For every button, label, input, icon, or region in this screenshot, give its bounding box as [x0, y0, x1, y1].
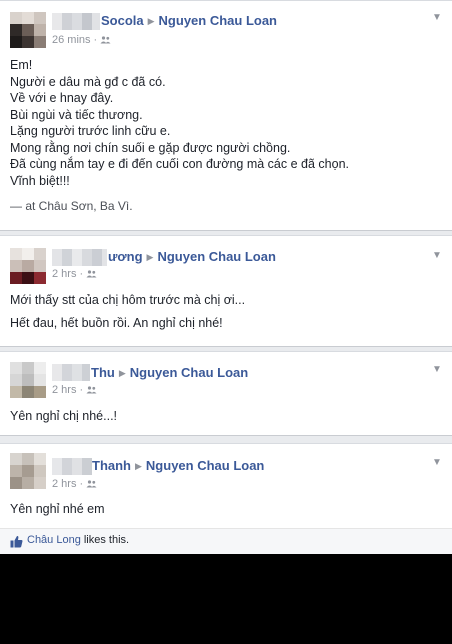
blurred-author-name: [52, 249, 107, 266]
post-meta: 2 hrs ·: [52, 267, 97, 281]
like-thumb-icon[interactable]: [10, 535, 23, 548]
post-body: Yên nghỉ chị nhé...!: [10, 409, 118, 423]
avatar[interactable]: [10, 12, 46, 48]
avatar[interactable]: [10, 453, 46, 489]
friends-icon[interactable]: [86, 480, 97, 488]
chevron-down-icon[interactable]: ▼: [430, 249, 444, 263]
post-meta: 2 hrs ·: [52, 383, 97, 397]
right-arrow-icon: ▶: [146, 252, 154, 262]
post-card: ương ▶ Nguyen Chau Loan 2 hrs · ▼ Mới thấy …: [0, 235, 452, 347]
post-card: Thanh ▶ Nguyen Chau Loan 2 hrs · ▼ Yên nghỉ…: [0, 443, 452, 556]
post-header: Thanh ▶ Nguyen Chau Loan: [92, 457, 264, 476]
author-name[interactable]: ương: [108, 249, 143, 264]
target-name[interactable]: Nguyen Chau Loan: [159, 13, 277, 28]
post-header: Thu ▶ Nguyen Chau Loan: [91, 364, 248, 383]
timestamp[interactable]: 2 hrs: [52, 268, 76, 280]
chevron-down-icon[interactable]: ▼: [430, 363, 444, 377]
friends-icon[interactable]: [100, 36, 111, 44]
timestamp[interactable]: 2 hrs: [52, 384, 76, 396]
blurred-author-name: [52, 13, 100, 30]
timestamp[interactable]: 26 mins: [52, 34, 91, 46]
target-name[interactable]: Nguyen Chau Loan: [157, 249, 275, 264]
avatar[interactable]: [10, 362, 46, 398]
blurred-author-name: [52, 364, 90, 381]
likes-bar: Châu Long likes this.: [0, 528, 452, 555]
right-arrow-icon: ▶: [135, 461, 142, 471]
friends-icon[interactable]: [86, 386, 97, 394]
post-card: Thu ▶ Nguyen Chau Loan 2 hrs · ▼ Yên nghỉ c…: [0, 351, 452, 436]
post-body: Yên nghỉ nhé em: [10, 502, 105, 516]
post-card: Socola ▶ Nguyen Chau Loan 26 mins · ▼ Em! N…: [0, 0, 452, 231]
target-name[interactable]: Nguyen Chau Loan: [130, 365, 248, 380]
timestamp[interactable]: 2 hrs: [52, 478, 76, 490]
post-body: Mới thấy stt của chị hôm trước mà chị ơi…: [10, 293, 246, 307]
news-feed: Socola ▶ Nguyen Chau Loan 26 mins · ▼ Em! N…: [0, 0, 452, 556]
post-meta: 2 hrs ·: [52, 477, 97, 491]
right-arrow-icon: ▶: [118, 368, 126, 378]
right-arrow-icon: ▶: [147, 16, 155, 26]
likes-summary: Châu Long likes this.: [27, 534, 129, 546]
check-in-location[interactable]: — at Châu Sơn, Ba Vì.: [10, 199, 133, 213]
friends-icon[interactable]: [86, 270, 97, 278]
author-name[interactable]: Socola: [101, 13, 144, 28]
chevron-down-icon[interactable]: ▼: [430, 11, 444, 25]
liker-name[interactable]: Châu Long: [27, 534, 81, 546]
post-header: ương ▶ Nguyen Chau Loan: [108, 248, 276, 267]
blurred-author-name: [52, 458, 92, 475]
post-header: Socola ▶ Nguyen Chau Loan: [101, 12, 277, 31]
likes-tail-text: likes this.: [83, 534, 130, 546]
target-name[interactable]: Nguyen Chau Loan: [146, 458, 264, 473]
letterbox-area: [0, 554, 452, 644]
post-body: Em! Người e dâu mà gđ c đã có. Về với e …: [10, 58, 349, 188]
post-meta: 26 mins ·: [52, 33, 111, 47]
chevron-down-icon[interactable]: ▼: [430, 456, 444, 470]
author-name[interactable]: Thanh: [92, 458, 131, 473]
post-body: Hết đau, hết buồn rồi. An nghỉ chị nhé!: [10, 316, 223, 330]
author-name[interactable]: Thu: [91, 365, 115, 380]
avatar[interactable]: [10, 248, 46, 284]
